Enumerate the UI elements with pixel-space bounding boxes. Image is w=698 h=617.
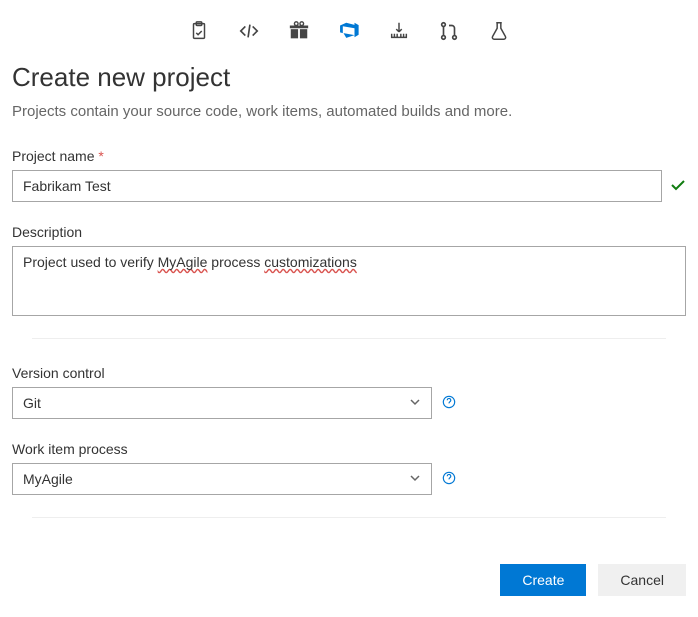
- work-item-process-field: Work item process MyAgile: [12, 441, 686, 495]
- gift-icon[interactable]: [288, 20, 310, 42]
- button-row: Create Cancel: [12, 544, 686, 596]
- version-control-value: Git: [23, 395, 41, 411]
- chevron-down-icon: [409, 395, 421, 411]
- download-icon[interactable]: [388, 20, 410, 42]
- description-field: Description Project used to verify MyAgi…: [12, 224, 686, 316]
- description-label: Description: [12, 224, 686, 240]
- version-control-field: Version control Git: [12, 365, 686, 419]
- service-icon-row: [12, 12, 686, 62]
- project-name-label: Project name *: [12, 148, 686, 164]
- page-subtitle: Projects contain your source code, work …: [12, 103, 686, 120]
- valid-check-icon: [670, 177, 686, 196]
- version-control-label: Version control: [12, 365, 686, 381]
- work-item-process-label: Work item process: [12, 441, 686, 457]
- azure-devops-icon[interactable]: [338, 20, 360, 42]
- project-name-field: Project name *: [12, 148, 686, 202]
- cancel-button[interactable]: Cancel: [598, 564, 686, 596]
- clipboard-icon[interactable]: [188, 20, 210, 42]
- project-name-input[interactable]: [12, 170, 662, 202]
- divider: [32, 338, 666, 339]
- description-input[interactable]: Project used to verify MyAgile process c…: [12, 246, 686, 316]
- pull-request-icon[interactable]: [438, 20, 460, 42]
- work-item-process-select[interactable]: MyAgile: [12, 463, 432, 495]
- help-icon[interactable]: [442, 395, 456, 412]
- code-icon[interactable]: [238, 20, 260, 42]
- version-control-select[interactable]: Git: [12, 387, 432, 419]
- create-button[interactable]: Create: [500, 564, 586, 596]
- work-item-process-value: MyAgile: [23, 471, 73, 487]
- help-icon[interactable]: [442, 471, 456, 488]
- flask-icon[interactable]: [488, 20, 510, 42]
- chevron-down-icon: [409, 471, 421, 487]
- page-title: Create new project: [12, 62, 686, 93]
- divider: [32, 517, 666, 518]
